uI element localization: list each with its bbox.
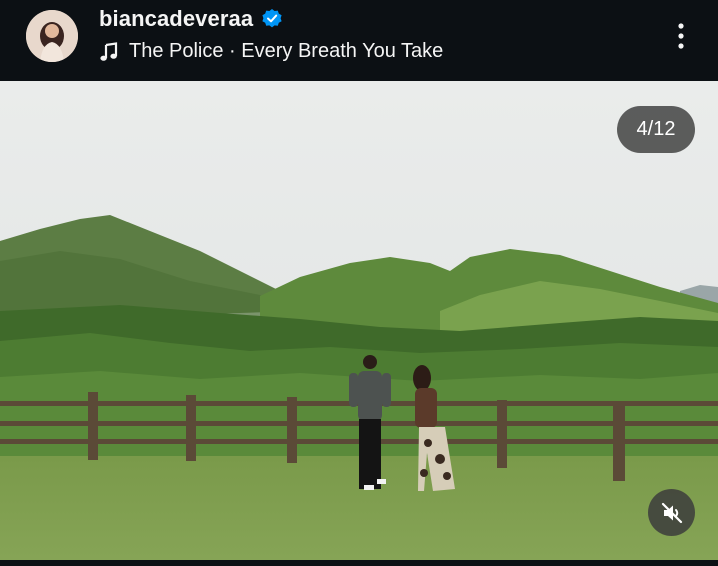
speaker-muted-icon xyxy=(661,502,682,523)
username[interactable]: biancadeveraa xyxy=(99,6,253,32)
music-note-icon xyxy=(99,41,119,62)
audio-track-link[interactable]: The Police · Every Breath You Take xyxy=(99,40,443,63)
image-counter: 4/12 xyxy=(617,106,695,153)
more-options-icon xyxy=(678,23,684,49)
username-row: biancadeveraa xyxy=(99,6,283,32)
more-options-button[interactable] xyxy=(664,16,698,56)
profile-avatar[interactable] xyxy=(26,10,78,62)
post-header: biancadeveraa The Police · Every Breath … xyxy=(0,0,718,81)
song-title: The Police · Every Breath You Take xyxy=(129,40,444,62)
bottom-edge xyxy=(0,560,718,566)
mute-toggle-button[interactable] xyxy=(648,489,695,536)
post-photo[interactable] xyxy=(0,81,718,560)
verified-badge-icon xyxy=(261,8,283,30)
